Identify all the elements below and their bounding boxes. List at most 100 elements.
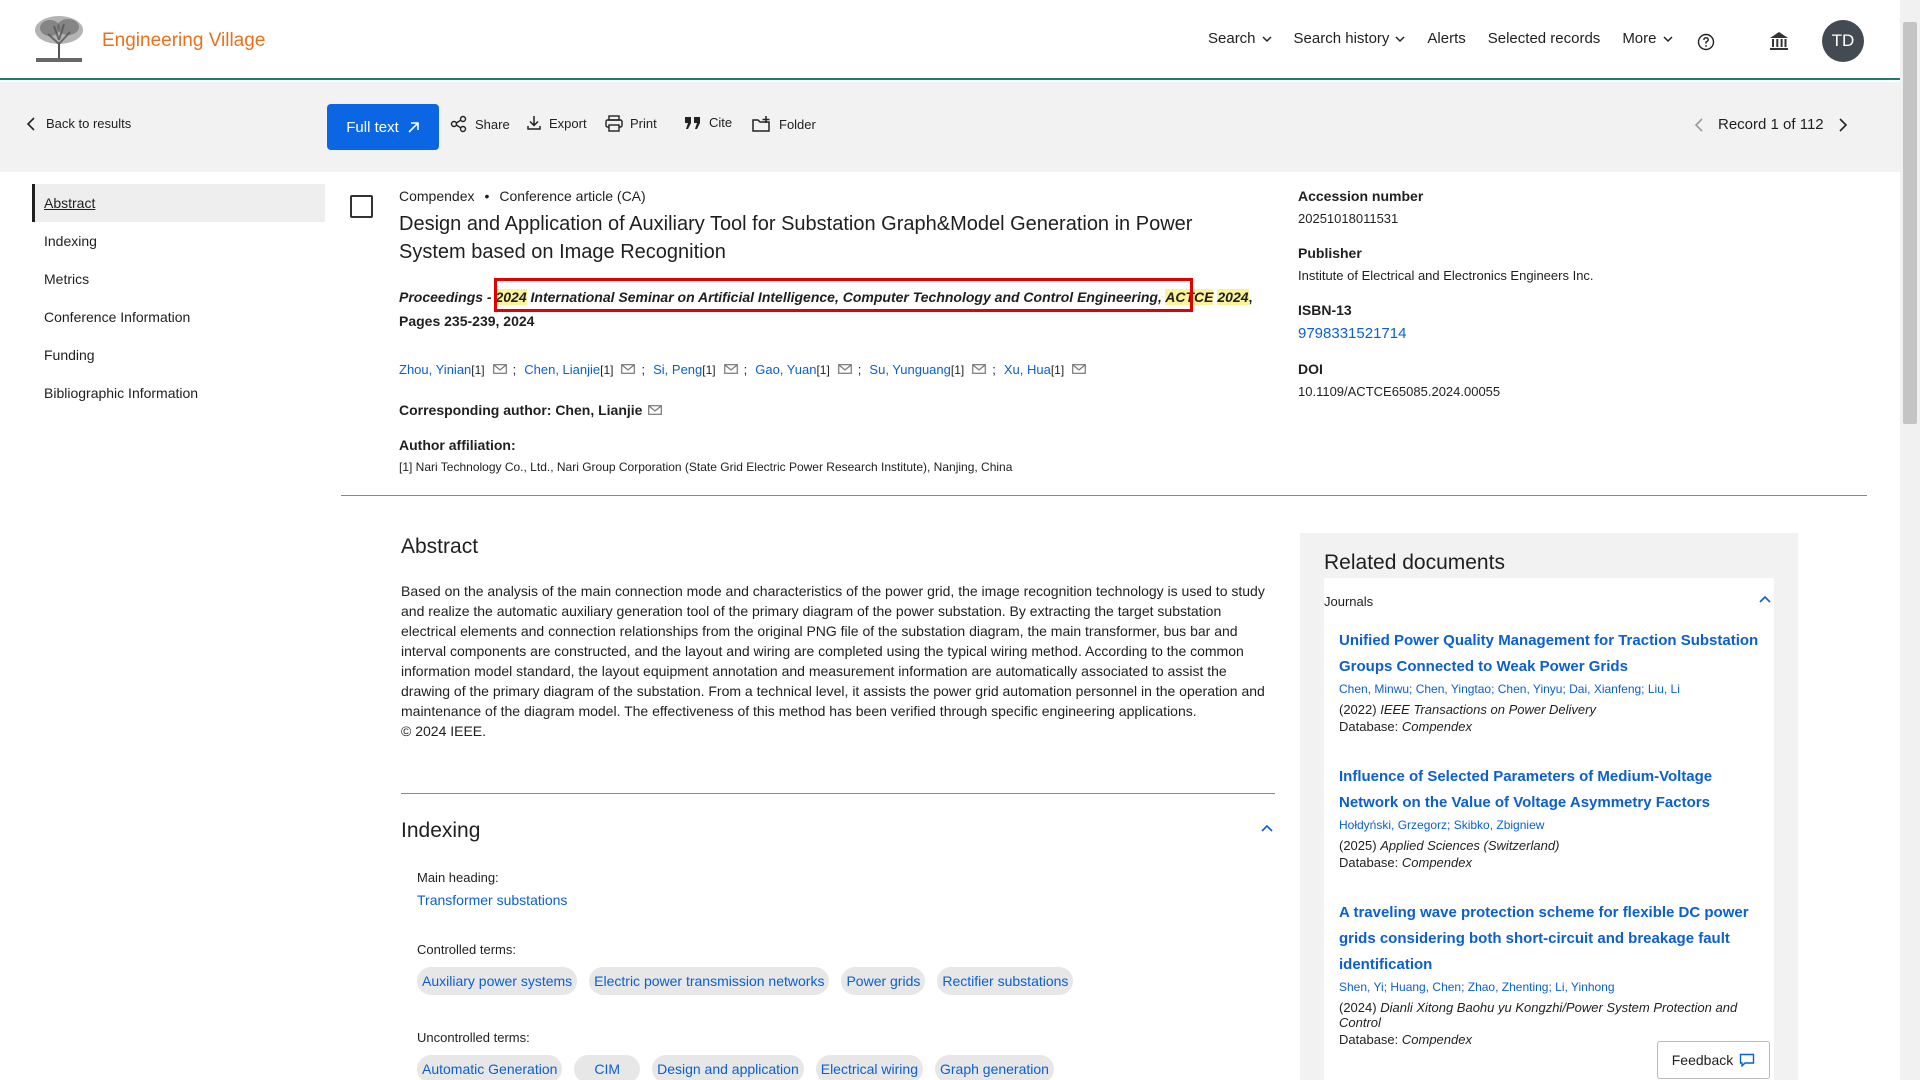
select-record-checkbox[interactable]: [350, 195, 373, 218]
full-text-button[interactable]: Full text: [327, 104, 439, 150]
related-document-authors[interactable]: Chen, Minwu; Chen, Yingtao; Chen, Yinyu;…: [1339, 682, 1764, 696]
quote-icon: [685, 116, 700, 129]
download-icon: [527, 116, 541, 130]
author-separator: ;: [512, 362, 517, 377]
author-link[interactable]: Xu, Hua: [1004, 362, 1051, 377]
term-chip[interactable]: Design and application: [652, 1055, 804, 1080]
cite-button[interactable]: Cite: [684, 115, 732, 130]
email-icon[interactable]: [648, 405, 663, 415]
term-chip[interactable]: Electric power transmission networks: [589, 967, 830, 995]
help-icon[interactable]: [1697, 33, 1715, 51]
term-chip[interactable]: Automatic Generation: [417, 1055, 563, 1080]
top-navigation: Search Search history Alerts Selected re…: [1208, 30, 1695, 47]
chevron-down-icon: [1262, 35, 1272, 42]
print-button[interactable]: Print: [605, 115, 657, 132]
share-button[interactable]: Share: [450, 115, 510, 133]
divider: [401, 793, 1275, 794]
author-link[interactable]: Gao, Yuan: [755, 362, 816, 377]
related-document-title[interactable]: Unified Power Quality Management for Tra…: [1339, 628, 1764, 680]
institution-icon[interactable]: [1768, 30, 1790, 52]
chevron-left-icon: [26, 116, 35, 131]
nav-bibliographic-information[interactable]: Bibliographic Information: [32, 374, 325, 412]
related-document-database: Database: Compendex: [1339, 719, 1764, 734]
author-affiliation-marker: [1]: [816, 363, 830, 377]
back-to-results-link[interactable]: Back to results: [26, 116, 131, 131]
isbn-label: ISBN-13: [1298, 302, 1352, 318]
related-document: Unified Power Quality Management for Tra…: [1339, 628, 1764, 734]
nav-more[interactable]: More: [1622, 30, 1673, 47]
author-link[interactable]: Su, Yunguang: [869, 362, 950, 377]
email-icon[interactable]: [492, 364, 507, 374]
database-name: Compendex: [1401, 855, 1472, 870]
user-avatar[interactable]: TD: [1822, 20, 1864, 62]
email-icon[interactable]: [1072, 364, 1087, 374]
abstract-text: Based on the analysis of the main connec…: [401, 583, 1265, 719]
nav-selected-records[interactable]: Selected records: [1488, 30, 1601, 47]
folder-button[interactable]: Folder: [752, 115, 816, 133]
divider: [341, 495, 1867, 496]
feedback-button[interactable]: Feedback: [1657, 1041, 1770, 1079]
related-document-authors[interactable]: Shen, Yi; Huang, Chen; Zhao, Zhenting; L…: [1339, 980, 1764, 994]
email-icon[interactable]: [621, 364, 636, 374]
term-chip[interactable]: Electrical wiring: [815, 1055, 923, 1080]
author-affiliation-marker: [1]: [1050, 363, 1065, 377]
related-document: Influence of Selected Parameters of Medi…: [1339, 764, 1764, 870]
isbn-link[interactable]: 9798331521714: [1298, 325, 1778, 342]
nav-more-label: More: [1622, 30, 1657, 47]
chevron-up-icon[interactable]: [1759, 595, 1771, 604]
term-chip[interactable]: Rectifier substations: [937, 967, 1074, 995]
previous-record-icon[interactable]: [1694, 117, 1704, 132]
related-document-year: (2025): [1339, 838, 1381, 853]
nav-search[interactable]: Search: [1208, 30, 1272, 47]
related-documents-heading: Related documents: [1324, 551, 1505, 574]
chevron-down-icon: [1395, 35, 1405, 42]
related-document-database: Database: Compendex: [1339, 855, 1764, 870]
chevron-up-icon[interactable]: [1260, 823, 1274, 833]
cite-label: Cite: [709, 115, 733, 130]
nav-search-history[interactable]: Search history: [1294, 30, 1406, 47]
database-label: Database:: [1339, 719, 1402, 734]
email-icon[interactable]: [972, 364, 987, 374]
term-chip[interactable]: Graph generation: [934, 1055, 1054, 1080]
brand-name[interactable]: Engineering Village: [102, 30, 265, 52]
related-document-year: (2024): [1339, 1000, 1381, 1015]
related-document-journal: Applied Sciences (Switzerland): [1380, 838, 1560, 853]
email-icon[interactable]: [837, 364, 852, 374]
doi-value: 10.1109/ACTCE65085.2024.00055: [1298, 384, 1501, 399]
database-label: Compendex: [399, 188, 475, 204]
section-navigation: Abstract Indexing Metrics Conference Inf…: [32, 184, 325, 412]
indexing-heading: Indexing: [401, 819, 481, 842]
nav-selected-records-label: Selected records: [1487, 30, 1601, 47]
related-document-title[interactable]: A traveling wave protection scheme for f…: [1339, 900, 1764, 978]
related-document-title[interactable]: Influence of Selected Parameters of Medi…: [1339, 764, 1764, 816]
related-document-authors[interactable]: Hołdyński, Grzegorz; Skibko, Zbigniew: [1339, 818, 1764, 832]
nav-conference-information[interactable]: Conference Information: [32, 298, 325, 336]
accession-number: 20251018011531: [1298, 211, 1399, 226]
email-icon[interactable]: [723, 364, 738, 374]
abstract-body: Based on the analysis of the main connec…: [401, 581, 1273, 741]
nav-indexing[interactable]: Indexing: [32, 222, 325, 260]
record-title: Design and Application of Auxiliary Tool…: [399, 213, 1193, 263]
author-link[interactable]: Si, Peng: [653, 362, 702, 377]
author-link[interactable]: Chen, Lianjie: [524, 362, 600, 377]
scrollbar-thumb[interactable]: [1903, 22, 1917, 424]
related-document-journal: IEEE Transactions on Power Delivery: [1380, 702, 1596, 717]
elsevier-logo-icon[interactable]: [30, 14, 88, 64]
export-button[interactable]: Export: [526, 115, 587, 131]
term-chip[interactable]: Power grids: [841, 967, 926, 995]
author-link[interactable]: Zhou, Yinian: [399, 362, 471, 377]
nav-abstract[interactable]: Abstract: [32, 184, 325, 222]
term-chip[interactable]: Auxiliary power systems: [417, 967, 578, 995]
author-affiliation-marker: [1]: [600, 363, 614, 377]
top-header: Engineering Village Search Search histor…: [0, 0, 1900, 80]
record-pager: Record 1 of 112: [1694, 116, 1848, 133]
nav-metrics[interactable]: Metrics: [32, 260, 325, 298]
main-heading-link[interactable]: Transformer substations: [417, 892, 567, 908]
term-chip[interactable]: CIM: [574, 1055, 641, 1080]
next-record-icon[interactable]: [1838, 117, 1848, 132]
database-label: Database:: [1339, 1032, 1402, 1047]
author-affiliation-marker: [1]: [471, 363, 485, 377]
nav-funding[interactable]: Funding: [32, 336, 325, 374]
nav-alerts[interactable]: Alerts: [1427, 30, 1465, 47]
related-document-journal: Dianli Xitong Baohu yu Kongzhi/Power Sys…: [1339, 1000, 1738, 1030]
